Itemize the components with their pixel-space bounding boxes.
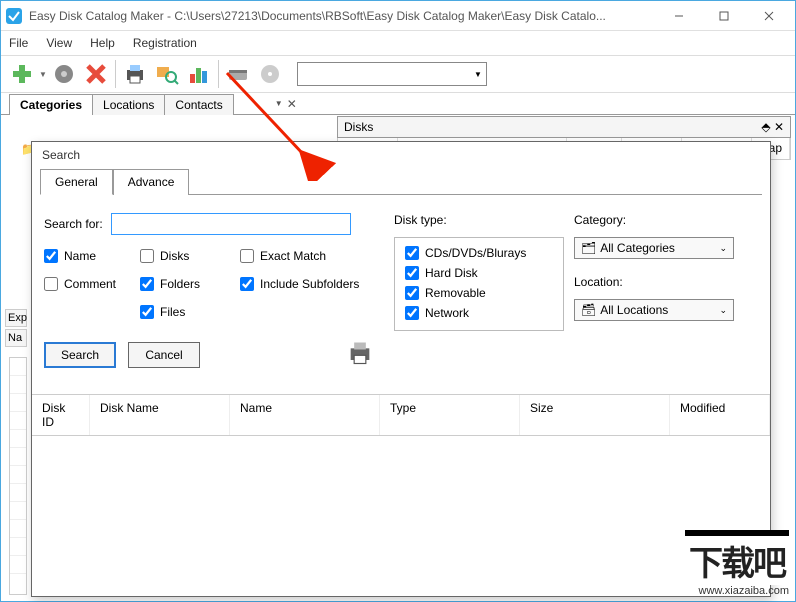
chevron-down-icon: ⌄ [719, 243, 727, 254]
side-strip [9, 357, 27, 595]
watermark-url: www.xiazaiba.com [685, 585, 789, 597]
close-icon[interactable]: ✕ [774, 120, 784, 134]
explorer-panel: Exp Na [5, 309, 27, 347]
check-folders[interactable]: Folders [140, 277, 240, 291]
cancel-button[interactable]: Cancel [128, 342, 200, 368]
disk-type-label: Disk type: [394, 213, 564, 227]
location-icon: 🗃 [581, 303, 596, 317]
menu-view[interactable]: View [46, 36, 72, 50]
print-button[interactable] [120, 59, 150, 89]
titlebar: Easy Disk Catalog Maker - C:\Users\27213… [1, 1, 795, 31]
category-label: Category: [574, 213, 758, 227]
nav-tabs-row: Categories Locations Contacts ▼ ✕ [1, 93, 795, 115]
rescol-size[interactable]: Size [520, 395, 670, 435]
add-button[interactable] [7, 59, 37, 89]
menubar: File View Help Registration [1, 31, 795, 55]
check-exact-match[interactable]: Exact Match [240, 249, 380, 263]
explorer-label: Exp [5, 309, 27, 327]
watermark: 下载吧 www.xiazaiba.com [685, 530, 789, 597]
rescol-modified[interactable]: Modified [670, 395, 770, 435]
search-tab-general[interactable]: General [40, 169, 113, 195]
printer-icon[interactable] [346, 339, 374, 370]
rescol-name[interactable]: Name [230, 395, 380, 435]
tab-categories[interactable]: Categories [9, 94, 93, 115]
folder-icon: 🗂 [581, 241, 596, 255]
rescol-diskid[interactable]: Disk ID [32, 395, 90, 435]
search-dialog-title: Search [32, 142, 770, 168]
search-button[interactable]: Search [44, 342, 116, 368]
menu-file[interactable]: File [9, 36, 28, 50]
toolbar-combo[interactable]: ▼ [297, 62, 487, 86]
separator [115, 60, 116, 88]
close-button[interactable] [746, 2, 791, 30]
location-combo[interactable]: 🗃All Locations ⌄ [574, 299, 734, 321]
search-dialog: Search General Advance Search for: Name … [31, 141, 771, 597]
chevron-down-icon[interactable]: ▼ [275, 99, 283, 108]
disks-title: Disks [344, 120, 373, 134]
tab-contacts[interactable]: Contacts [164, 94, 233, 115]
check-cds[interactable]: CDs/DVDs/Blurays [405, 246, 553, 260]
rescol-diskname[interactable]: Disk Name [90, 395, 230, 435]
window-title: Easy Disk Catalog Maker - C:\Users\27213… [29, 9, 656, 23]
check-comment[interactable]: Comment [44, 277, 140, 291]
check-files[interactable]: Files [140, 305, 240, 319]
stats-button[interactable] [184, 59, 214, 89]
separator [218, 60, 219, 88]
location-label: Location: [574, 275, 758, 289]
settings-button[interactable] [49, 59, 79, 89]
cd-button[interactable] [255, 59, 285, 89]
delete-button[interactable] [81, 59, 111, 89]
search-input[interactable] [111, 213, 351, 235]
rescol-type[interactable]: Type [380, 395, 520, 435]
toolbar: ▼ ▼ [1, 55, 795, 93]
search-tab-advance[interactable]: Advance [113, 169, 190, 195]
check-removable[interactable]: Removable [405, 286, 553, 300]
menu-help[interactable]: Help [90, 36, 115, 50]
maximize-button[interactable] [701, 2, 746, 30]
pin-icon[interactable]: ⬘ [761, 120, 770, 134]
app-icon [5, 7, 23, 25]
panel-controls: ⬘ ✕ [761, 120, 784, 134]
category-combo[interactable]: 🗂All Categories ⌄ [574, 237, 734, 259]
watermark-text: 下载吧 [685, 530, 789, 585]
minimize-button[interactable] [656, 2, 701, 30]
search-button[interactable] [152, 59, 182, 89]
check-network[interactable]: Network [405, 306, 553, 320]
disk-button[interactable] [223, 59, 253, 89]
check-include-subfolders[interactable]: Include Subfolders [240, 277, 380, 291]
close-icon[interactable]: ✕ [287, 97, 297, 111]
results-header: Disk ID Disk Name Name Type Size Modifie… [32, 394, 770, 436]
tab-controls: ▼ ✕ [275, 93, 303, 114]
disk-type-fieldset: CDs/DVDs/Blurays Hard Disk Removable Net… [394, 237, 564, 331]
search-for-label: Search for: [44, 217, 103, 231]
chevron-down-icon: ⌄ [719, 305, 727, 316]
tab-locations[interactable]: Locations [92, 94, 165, 115]
check-name[interactable]: Name [44, 249, 140, 263]
name-col-label: Na [5, 329, 27, 347]
check-disks[interactable]: Disks [140, 249, 240, 263]
check-harddisk[interactable]: Hard Disk [405, 266, 553, 280]
dropdown-icon[interactable]: ▼ [39, 70, 47, 79]
menu-registration[interactable]: Registration [133, 36, 197, 50]
chevron-down-icon: ▼ [474, 70, 482, 79]
